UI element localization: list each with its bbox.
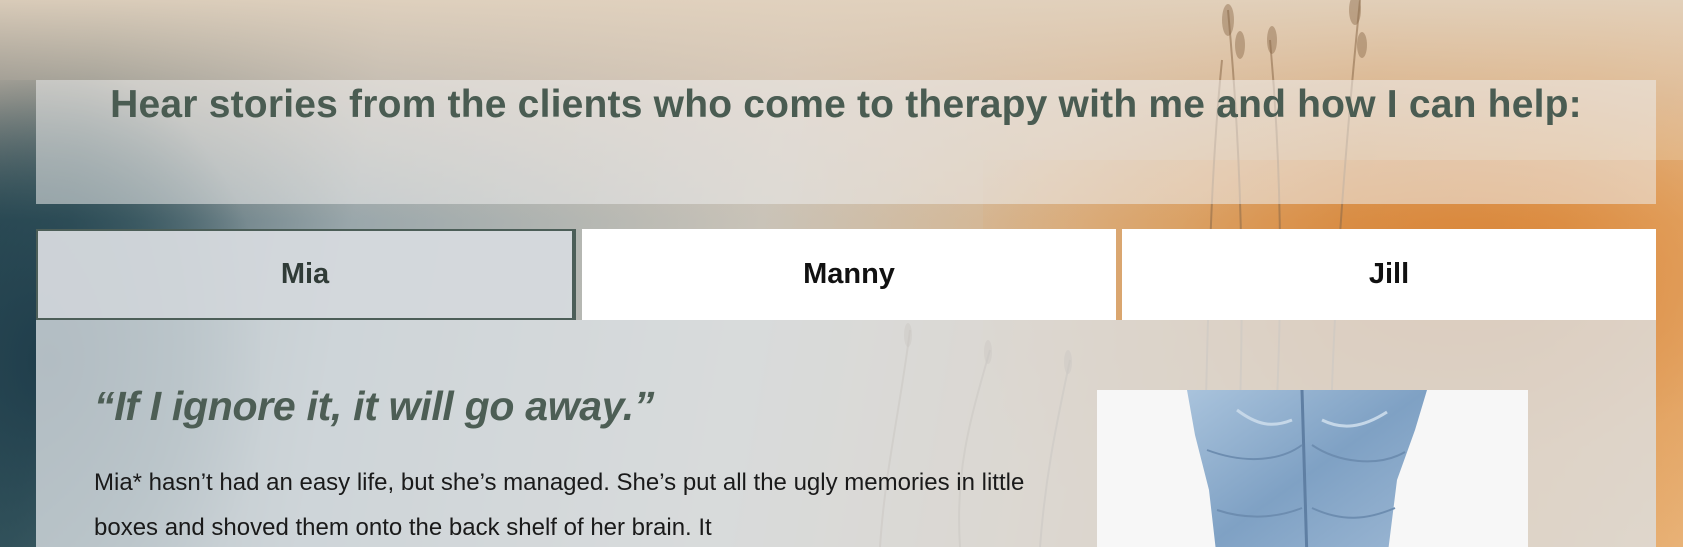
tab-manny[interactable]: Manny: [582, 229, 1116, 320]
tab-jill[interactable]: Jill: [1122, 229, 1656, 320]
page: Hear stories from the clients who come t…: [0, 0, 1683, 547]
section-heading-box: Hear stories from the clients who come t…: [36, 80, 1656, 204]
section-heading: Hear stories from the clients who come t…: [110, 83, 1582, 126]
jeans-photo-icon: [1097, 390, 1528, 547]
story-body: Mia* hasn’t had an easy life, but she’s …: [94, 469, 1025, 541]
client-tabs: Mia Manny Jill: [36, 229, 1656, 320]
tab-mia[interactable]: Mia: [36, 229, 576, 320]
client-photo: [1097, 390, 1528, 547]
story-quote: “If I ignore it, it will go away.”: [94, 383, 655, 429]
